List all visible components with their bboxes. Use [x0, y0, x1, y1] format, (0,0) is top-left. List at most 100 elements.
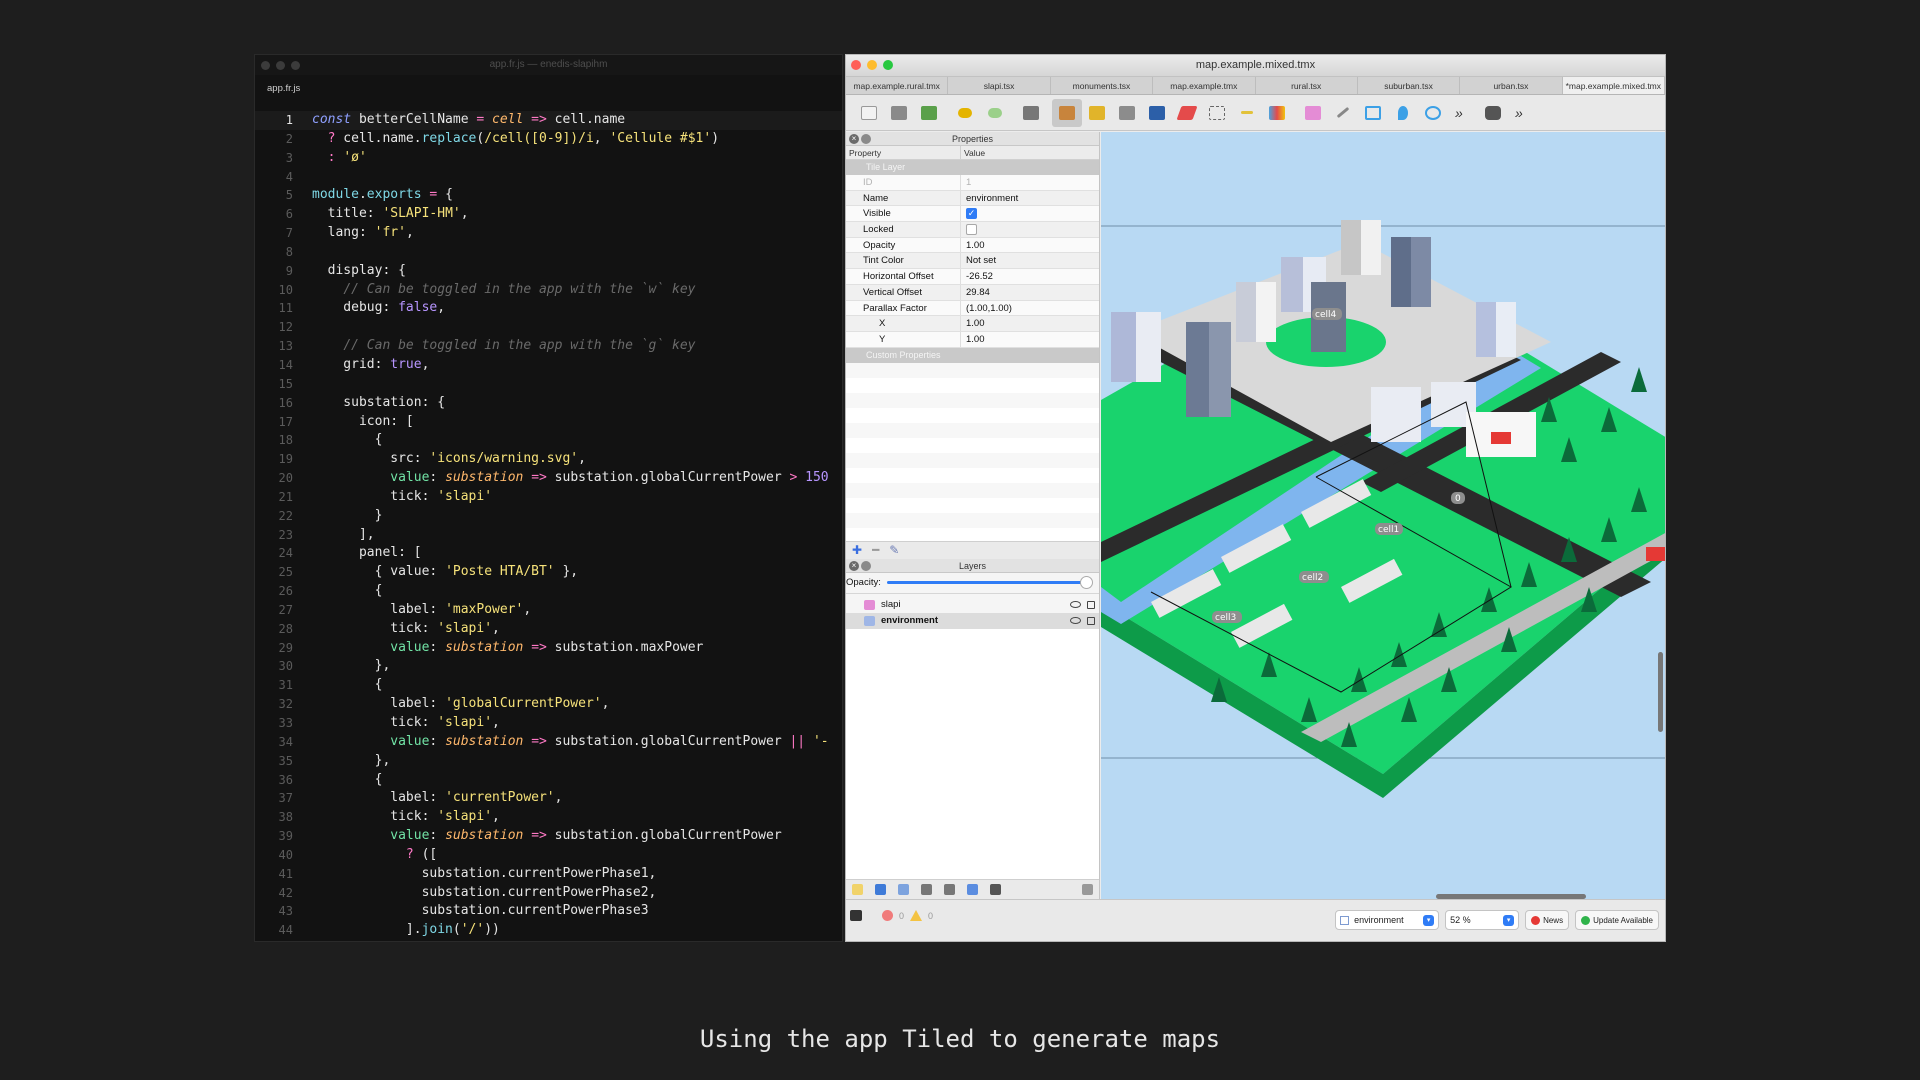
- more-tools-icon[interactable]: »: [1448, 99, 1478, 127]
- property-value[interactable]: 1: [961, 175, 1099, 190]
- code-line[interactable]: 11 debug: false,: [255, 299, 842, 318]
- property-value[interactable]: [961, 222, 1099, 237]
- code-line[interactable]: 27 label: 'maxPower',: [255, 601, 842, 620]
- document-tab[interactable]: suburban.tsx: [1358, 77, 1461, 94]
- property-row[interactable]: Locked: [846, 222, 1099, 238]
- code-line[interactable]: 13 // Can be toggled in the app with the…: [255, 337, 842, 356]
- code-line[interactable]: 29 value: substation => substation.maxPo…: [255, 639, 842, 658]
- duplicate-layer-icon[interactable]: [921, 884, 932, 895]
- undo-icon[interactable]: [950, 99, 980, 127]
- insert-point-icon[interactable]: [1388, 99, 1418, 127]
- bucket-fill-icon[interactable]: [1112, 99, 1142, 127]
- code-line[interactable]: 36 {: [255, 771, 842, 790]
- code-line[interactable]: 26 {: [255, 582, 842, 601]
- property-value[interactable]: 1.00: [961, 316, 1099, 331]
- error-icon[interactable]: [882, 910, 893, 921]
- stamp-dropdown-icon[interactable]: [1016, 99, 1046, 127]
- code-line[interactable]: 6 title: 'SLAPI-HM',: [255, 205, 842, 224]
- code-line[interactable]: 43 substation.currentPowerPhase3: [255, 902, 842, 921]
- document-tab[interactable]: monuments.tsx: [1051, 77, 1154, 94]
- magic-wand-icon[interactable]: [1232, 99, 1262, 127]
- code-line[interactable]: 33 tick: 'slapi',: [255, 714, 842, 733]
- remove-property-icon[interactable]: ━: [872, 543, 879, 557]
- eye-icon[interactable]: [1070, 601, 1081, 609]
- slider-knob[interactable]: [1079, 576, 1093, 590]
- code-line[interactable]: 9 display: {: [255, 262, 842, 281]
- code-line[interactable]: 21 tick: 'slapi': [255, 488, 842, 507]
- group-tile-layer[interactable]: Tile Layer: [846, 160, 1099, 175]
- close-panel-icon[interactable]: ×: [849, 134, 859, 144]
- select-same-tile-icon[interactable]: [1262, 99, 1292, 127]
- cell-marker[interactable]: 0: [1451, 492, 1465, 504]
- property-value[interactable]: -26.52: [961, 269, 1099, 284]
- float-panel-icon[interactable]: [861, 134, 871, 144]
- code-line[interactable]: 10 // Can be toggled in the app with the…: [255, 281, 842, 300]
- checked-checkbox[interactable]: ✓: [966, 208, 977, 220]
- group-custom-properties[interactable]: Custom Properties: [846, 347, 1099, 363]
- code-line[interactable]: 7 lang: 'fr',: [255, 224, 842, 243]
- code-line[interactable]: 16 substation: {: [255, 394, 842, 413]
- rect-select-icon[interactable]: [1202, 99, 1232, 127]
- map-canvas[interactable]: cell4 cell1 cell2 cell3 0: [1101, 132, 1665, 899]
- random-mode-icon[interactable]: [1478, 99, 1508, 127]
- redo-icon[interactable]: [980, 99, 1010, 127]
- cell-marker[interactable]: cell4: [1312, 308, 1342, 320]
- layer-item[interactable]: slapi: [846, 597, 1099, 613]
- property-row[interactable]: Parallax Factor (1.00,1.00): [846, 300, 1099, 317]
- code-line[interactable]: 31 {: [255, 676, 842, 695]
- code-line[interactable]: 40 ? ([: [255, 846, 842, 865]
- shape-fill-icon[interactable]: [1142, 99, 1172, 127]
- news-button[interactable]: News: [1525, 910, 1570, 930]
- code-line[interactable]: 2 ? cell.name.replace(/cell([0-9])/i, 'C…: [255, 130, 842, 149]
- code-line[interactable]: 35 },: [255, 752, 842, 771]
- code-line[interactable]: 37 label: 'currentPower',: [255, 789, 842, 808]
- code-line[interactable]: 19 src: 'icons/warning.svg',: [255, 450, 842, 469]
- float-panel-icon[interactable]: [861, 560, 871, 571]
- code-line[interactable]: 23 ],: [255, 526, 842, 545]
- code-line[interactable]: 12: [255, 318, 842, 337]
- code-line[interactable]: 15: [255, 375, 842, 394]
- lock-other-layers-icon[interactable]: [990, 884, 1001, 895]
- code-line[interactable]: 20 value: substation => substation.globa…: [255, 469, 842, 488]
- warning-icon[interactable]: [910, 910, 923, 921]
- select-objects-icon[interactable]: [1298, 99, 1328, 127]
- isometric-map[interactable]: cell4 cell1 cell2 cell3 0: [1101, 132, 1665, 879]
- code-line[interactable]: 38 tick: 'slapi',: [255, 808, 842, 827]
- code-line[interactable]: 18 {: [255, 431, 842, 450]
- code-line[interactable]: 41 substation.currentPowerPhase1,: [255, 865, 842, 884]
- property-row[interactable]: Opacity 1.00: [846, 237, 1099, 254]
- raise-layer-icon[interactable]: [875, 884, 886, 895]
- lock-icon[interactable]: [1087, 616, 1095, 625]
- update-button[interactable]: Update Available: [1575, 910, 1659, 930]
- overflow-icon[interactable]: »: [1508, 99, 1538, 127]
- code-line[interactable]: 4: [255, 168, 842, 187]
- property-row[interactable]: Tint Color Not set: [846, 253, 1099, 270]
- opacity-slider[interactable]: [886, 576, 1093, 590]
- insert-ellipse-icon[interactable]: [1418, 99, 1448, 127]
- code-line[interactable]: 28 tick: 'slapi',: [255, 620, 842, 639]
- layer-settings-icon[interactable]: [1082, 884, 1093, 895]
- eye-icon[interactable]: [1070, 617, 1081, 625]
- code-line[interactable]: 32 label: 'globalCurrentPower',: [255, 695, 842, 714]
- terrain-brush-icon[interactable]: [1082, 99, 1112, 127]
- code-area[interactable]: 1 const betterCellName = cell => cell.nam…: [255, 111, 842, 941]
- code-line[interactable]: 8: [255, 243, 842, 262]
- property-value[interactable]: ✓: [961, 206, 1099, 221]
- editor-file-tab[interactable]: app.fr.js: [255, 75, 842, 99]
- code-line[interactable]: 3 : 'ø': [255, 149, 842, 168]
- property-value[interactable]: Not set: [961, 253, 1099, 268]
- delete-layer-icon[interactable]: [944, 884, 955, 895]
- add-property-icon[interactable]: ✚: [852, 543, 862, 557]
- code-line[interactable]: 30 },: [255, 657, 842, 676]
- property-row[interactable]: Y 1.00: [846, 331, 1099, 348]
- layer-select[interactable]: environment ▾: [1335, 910, 1440, 930]
- vertical-scrollbar[interactable]: [1658, 652, 1663, 732]
- document-tab[interactable]: rural.tsx: [1256, 77, 1358, 94]
- unchecked-checkbox[interactable]: [966, 224, 977, 236]
- property-row[interactable]: Horizontal Offset -26.52: [846, 269, 1099, 285]
- lock-icon[interactable]: [1087, 600, 1095, 609]
- property-value[interactable]: environment: [961, 191, 1099, 206]
- property-row[interactable]: Visible ✓: [846, 206, 1099, 223]
- close-panel-icon[interactable]: ×: [849, 560, 859, 571]
- document-tab[interactable]: map.example.rural.tmx: [846, 77, 949, 94]
